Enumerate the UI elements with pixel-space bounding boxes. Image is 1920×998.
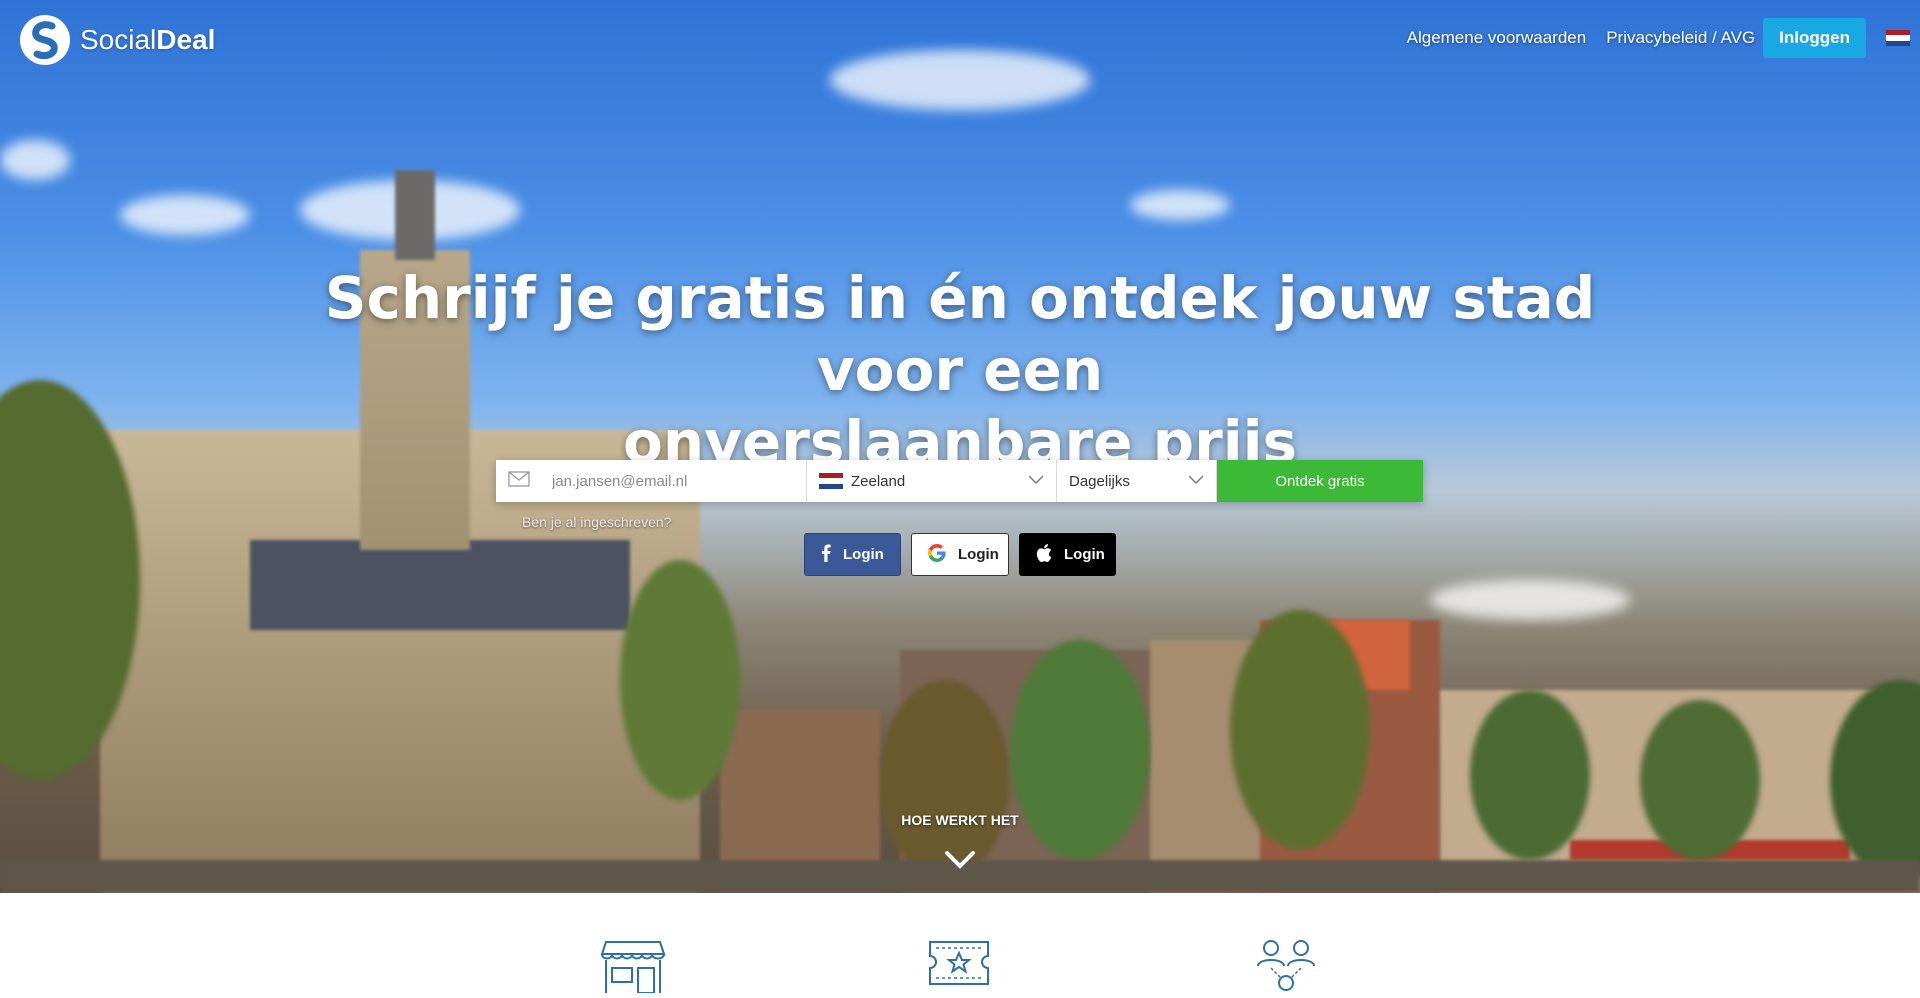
terms-link[interactable]: Algemene voorwaarden: [1407, 28, 1587, 48]
town-hall-roof: [250, 540, 630, 630]
ticket-star-icon: [926, 938, 992, 993]
facebook-icon: [821, 544, 831, 566]
apple-login-label: Login: [1064, 546, 1105, 563]
social-login-row: Login Login Login: [804, 533, 1116, 576]
chevron-down-icon: [1188, 472, 1204, 490]
cloud-decoration: [0, 140, 70, 180]
discover-free-button[interactable]: Ontdek gratis: [1217, 460, 1423, 502]
features-section: [0, 893, 1920, 994]
region-select[interactable]: Zeeland: [807, 460, 1057, 502]
top-navigation: Algemene voorwaarden Privacybeleid / AVG…: [1407, 18, 1910, 58]
socialdeal-logo[interactable]: SocialDeal: [20, 15, 215, 65]
already-registered-link[interactable]: Ben je al ingeschreven?: [522, 514, 671, 530]
hero-background: SocialDeal Algemene voorwaarden Privacyb…: [0, 0, 1920, 893]
hero-headline-line1: Schrijf je gratis in én ontdek jouw stad…: [324, 264, 1596, 404]
netherlands-flag-icon[interactable]: [1886, 30, 1910, 46]
cloud-decoration: [1430, 580, 1630, 620]
tree-decoration: [1640, 700, 1760, 860]
email-field-wrapper: [496, 460, 807, 502]
envelope-icon: [508, 470, 530, 492]
signup-form: Zeeland Dagelijks Ontdek gratis: [496, 460, 1423, 502]
region-value: Zeeland: [851, 472, 906, 490]
cloud-decoration: [120, 195, 250, 235]
apple-icon: [1036, 543, 1052, 566]
tree-decoration: [1470, 690, 1590, 860]
chevron-down-icon: [1028, 472, 1044, 490]
hero-headline: Schrijf je gratis in én ontdek jouw stad…: [260, 262, 1660, 478]
tree-decoration: [620, 560, 740, 800]
top-bar: SocialDeal Algemene voorwaarden Privacyb…: [0, 0, 1920, 80]
google-login-button[interactable]: Login: [911, 533, 1009, 576]
socialdeal-logo-icon: [20, 15, 70, 65]
google-login-label: Login: [958, 546, 999, 563]
tower-spire: [395, 170, 435, 260]
google-icon: [928, 543, 946, 566]
login-button[interactable]: Inloggen: [1763, 18, 1866, 58]
brand-name-bold: Deal: [156, 24, 216, 55]
people-network-icon: [1253, 938, 1319, 993]
apple-login-button[interactable]: Login: [1019, 533, 1116, 576]
email-input[interactable]: [550, 460, 806, 502]
tree-decoration: [1230, 610, 1370, 850]
storefront-icon: [600, 938, 666, 994]
chevron-down-icon[interactable]: [944, 850, 976, 870]
netherlands-flag-icon: [819, 472, 843, 490]
frequency-value: Dagelijks: [1069, 472, 1130, 490]
facebook-login-label: Login: [843, 546, 884, 563]
privacy-link[interactable]: Privacybeleid / AVG: [1606, 28, 1755, 48]
how-it-works-label[interactable]: HOE WERKT HET: [860, 812, 1060, 828]
facebook-login-button[interactable]: Login: [804, 533, 901, 576]
frequency-select[interactable]: Dagelijks: [1057, 460, 1217, 502]
brand-name-light: Social: [80, 24, 157, 55]
cloud-decoration: [1130, 190, 1230, 220]
